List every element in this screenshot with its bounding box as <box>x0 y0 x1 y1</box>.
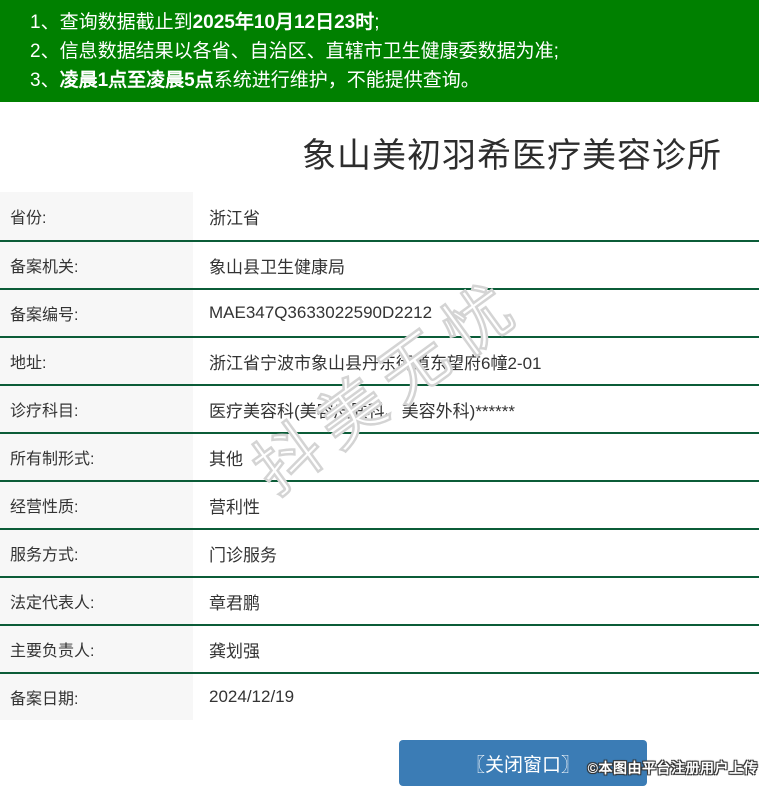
notice-2-text: 2、信息数据结果以各省、自治区、直辖市卫生健康委数据为准; <box>30 41 559 62</box>
record-table: 省份: 浙江省 备案机关: 象山县卫生健康局 备案编号: MAE347Q3633… <box>0 192 759 720</box>
row-value: 营利性 <box>209 497 260 517</box>
row-label: 诊疗科目: <box>0 386 193 432</box>
row-label: 备案日期: <box>0 674 193 720</box>
row-label: 地址: <box>0 338 193 384</box>
notice-bar: 1、查询数据截止到2025年10月12日23时; 2、信息数据结果以各省、自治区… <box>0 0 759 102</box>
table-row-filing-number: 备案编号: MAE347Q3633022590D2212 <box>0 288 759 336</box>
notice-1-text: 1、查询数据截止到 <box>30 12 193 33</box>
row-value: MAE347Q3633022590D2212 <box>209 303 433 322</box>
notice-1-bold-text: 2025年10月12日23时 <box>192 12 375 33</box>
notice-3-bold-text: 凌晨1点至凌晨5点 <box>59 70 214 91</box>
page-title: 象山美初羽希医疗美容诊所 <box>302 136 722 175</box>
row-value: 象山县卫生健康局 <box>209 257 345 277</box>
row-label: 所有制形式: <box>0 434 193 480</box>
notice-3-text: 3、 <box>30 70 60 91</box>
row-label: 服务方式: <box>0 530 193 576</box>
table-row-business-nature: 经营性质: 营利性 <box>0 480 759 528</box>
row-value: 浙江省 <box>209 208 260 228</box>
table-row-departments: 诊疗科目: 医疗美容科(美容皮肤科、美容外科)****** <box>0 384 759 432</box>
table-row-legal-representative: 法定代表人: 章君鹏 <box>0 576 759 624</box>
table-row-filing-authority: 备案机关: 象山县卫生健康局 <box>0 240 759 288</box>
row-label: 主要负责人: <box>0 626 193 672</box>
row-value: 龚划强 <box>209 641 260 661</box>
table-row-service-mode: 服务方式: 门诊服务 <box>0 528 759 576</box>
table-row-ownership-form: 所有制形式: 其他 <box>0 432 759 480</box>
row-label: 经营性质: <box>0 482 193 528</box>
notice-line-2: 2、信息数据结果以各省、自治区、直辖市卫生健康委数据为准; <box>30 37 751 66</box>
row-label: 省份: <box>0 192 193 240</box>
table-row-main-person-in-charge: 主要负责人: 龚划强 <box>0 624 759 672</box>
row-value: 其他 <box>209 449 243 469</box>
row-value: 医疗美容科(美容皮肤科、美容外科)****** <box>209 401 516 421</box>
table-row-filing-date: 备案日期: 2024/12/19 <box>0 672 759 720</box>
row-value: 门诊服务 <box>209 545 277 565</box>
table-row-province: 省份: 浙江省 <box>0 192 759 240</box>
table-row-address: 地址: 浙江省宁波市象山县丹东街道东望府6幢2-01 <box>0 336 759 384</box>
notice-line-3: 3、凌晨1点至凌晨5点系统进行维护，不能提供查询。 <box>30 66 751 95</box>
row-label: 备案机关: <box>0 242 193 288</box>
row-value: 浙江省宁波市象山县丹东街道东望府6幢2-01 <box>209 353 542 373</box>
row-label: 法定代表人: <box>0 578 193 624</box>
title-section: 象山美初羽希医疗美容诊所 <box>0 102 759 192</box>
notice-3-suffix: 系统进行维护，不能提供查询。 <box>213 70 480 91</box>
notice-line-1: 1、查询数据截止到2025年10月12日23时; <box>30 8 751 37</box>
row-label: 备案编号: <box>0 290 193 336</box>
notice-1-suffix: ; <box>374 12 380 33</box>
uploader-watermark: ©本图由平台注册用户上传 <box>587 760 758 776</box>
row-value: 章君鹏 <box>209 593 260 613</box>
row-value: 2024/12/19 <box>209 687 295 706</box>
